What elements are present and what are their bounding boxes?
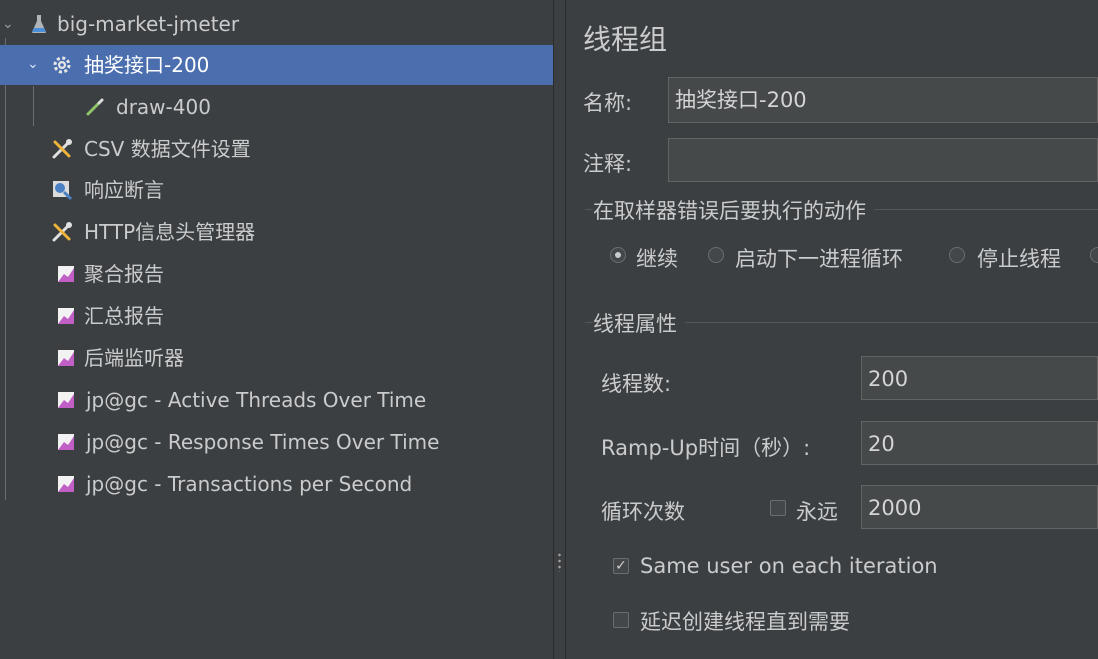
tree-item-label: jp@gc - Active Threads Over Time bbox=[86, 388, 427, 412]
chart-icon bbox=[55, 305, 77, 327]
continue-label[interactable]: 继续 bbox=[636, 243, 678, 273]
drag-handle-icon[interactable] bbox=[558, 552, 561, 572]
loop-count-field[interactable]: 2000 bbox=[861, 485, 1098, 529]
tree-item-active-threads[interactable]: jp@gc - Active Threads Over Time bbox=[0, 380, 553, 420]
comment-label: 注释: bbox=[583, 152, 633, 176]
page-title: 线程组 bbox=[583, 23, 668, 56]
section-title: 在取样器错误后要执行的动作 bbox=[593, 195, 874, 225]
next-loop-label[interactable]: 启动下一进程循环 bbox=[735, 243, 903, 273]
thread-properties-section: 线程属性 bbox=[585, 308, 1098, 338]
test-plan-tree: ⌄ big-market-jmeter ⌄ 抽奖接口-200 draw-400 … bbox=[0, 0, 553, 659]
tree-item-csv[interactable]: CSV 数据文件设置 bbox=[0, 129, 553, 169]
tree-item-label: 聚合报告 bbox=[84, 262, 164, 286]
tree-item-http-header[interactable]: HTTP信息头管理器 bbox=[0, 212, 553, 252]
tree-item-label: big-market-jmeter bbox=[57, 12, 240, 36]
forever-checkbox[interactable] bbox=[770, 500, 786, 516]
thread-group-editor: 线程组 名称: 抽奖接口-200 注释: 在取样器错误后要执行的动作 继续 启动… bbox=[566, 0, 1098, 659]
rampup-label: Ramp-Up时间（秒）: bbox=[601, 436, 811, 460]
threads-field[interactable]: 200 bbox=[861, 356, 1098, 400]
tree-item-root[interactable]: ⌄ big-market-jmeter bbox=[0, 4, 553, 44]
tree-item-label: HTTP信息头管理器 bbox=[84, 220, 256, 244]
chart-icon bbox=[55, 389, 77, 411]
chart-icon bbox=[55, 263, 77, 285]
chevron-down-icon[interactable]: ⌄ bbox=[2, 4, 14, 44]
gear-icon bbox=[51, 54, 73, 76]
chart-icon bbox=[55, 431, 77, 453]
tree-item-label: CSV 数据文件设置 bbox=[84, 137, 251, 161]
delay-thread-checkbox[interactable] bbox=[613, 612, 629, 628]
delay-thread-label[interactable]: 延迟创建线程直到需要 bbox=[640, 606, 850, 636]
tree-item-label: 后端监听器 bbox=[84, 346, 184, 370]
forever-label[interactable]: 永远 bbox=[796, 496, 838, 526]
error-action-section: 在取样器错误后要执行的动作 bbox=[585, 195, 1098, 225]
tree-item-label: jp@gc - Response Times Over Time bbox=[86, 430, 440, 454]
flask-icon bbox=[28, 13, 50, 35]
tree-item-sampler[interactable]: draw-400 bbox=[0, 87, 553, 127]
tree-item-thread-group[interactable]: ⌄ 抽奖接口-200 bbox=[0, 45, 553, 85]
wrench-screwdriver-icon bbox=[51, 138, 73, 160]
rampup-field[interactable]: 20 bbox=[861, 421, 1098, 465]
comment-field[interactable] bbox=[668, 138, 1098, 182]
stop-thread-label[interactable]: 停止线程 bbox=[977, 243, 1061, 273]
same-user-checkbox[interactable]: ✓ bbox=[613, 558, 629, 574]
tree-item-response-times[interactable]: jp@gc - Response Times Over Time bbox=[0, 422, 553, 462]
loop-count-label: 循环次数 bbox=[601, 500, 685, 524]
tree-item-assertion[interactable]: 响应断言 bbox=[0, 170, 553, 210]
continue-radio[interactable] bbox=[610, 247, 626, 263]
stop-thread-radio[interactable] bbox=[949, 247, 965, 263]
same-user-label[interactable]: Same user on each iteration bbox=[640, 554, 938, 578]
tree-item-summary-report[interactable]: 汇总报告 bbox=[0, 296, 553, 336]
tree-item-transactions[interactable]: jp@gc - Transactions per Second bbox=[0, 464, 553, 504]
chart-icon bbox=[55, 347, 77, 369]
threads-label: 线程数: bbox=[601, 372, 672, 396]
magnifier-icon bbox=[51, 179, 73, 201]
stop-test-radio[interactable] bbox=[1090, 247, 1098, 263]
chevron-down-icon[interactable]: ⌄ bbox=[27, 44, 39, 84]
next-loop-radio[interactable] bbox=[708, 247, 724, 263]
panel-splitter[interactable] bbox=[553, 0, 566, 659]
tree-item-aggregate-report[interactable]: 聚合报告 bbox=[0, 254, 553, 294]
pipette-icon bbox=[84, 96, 106, 118]
tree-item-label: draw-400 bbox=[116, 95, 211, 119]
name-field[interactable]: 抽奖接口-200 bbox=[668, 77, 1098, 123]
tree-item-backend-listener[interactable]: 后端监听器 bbox=[0, 338, 553, 378]
name-label: 名称: bbox=[583, 91, 633, 115]
tree-item-label: jp@gc - Transactions per Second bbox=[86, 472, 413, 496]
tree-item-label: 汇总报告 bbox=[84, 304, 164, 328]
wrench-screwdriver-icon bbox=[51, 221, 73, 243]
tree-item-label: 抽奖接口-200 bbox=[84, 53, 210, 77]
chart-icon bbox=[55, 473, 77, 495]
tree-item-label: 响应断言 bbox=[84, 178, 164, 202]
section-title: 线程属性 bbox=[593, 308, 685, 338]
